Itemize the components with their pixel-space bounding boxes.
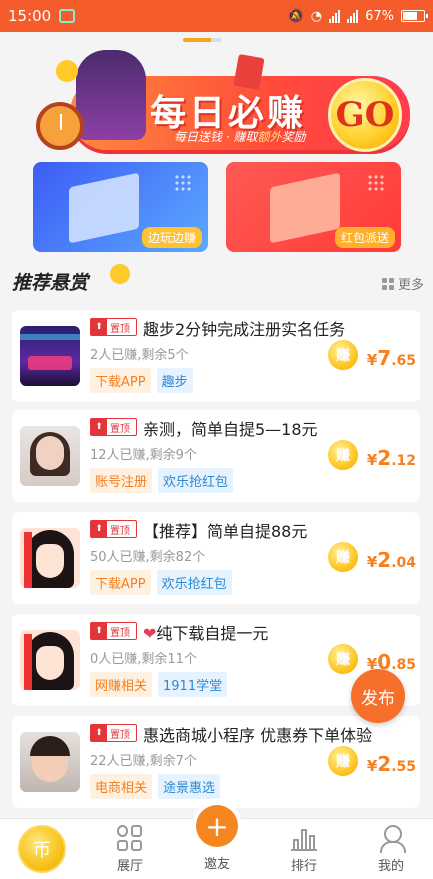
dots-decoration: [367, 174, 385, 192]
task-progress: 22人已赚,剩余7个: [90, 754, 197, 769]
pin-top-icon: ⬆: [91, 419, 107, 435]
task-tag: 电商相关: [90, 774, 153, 799]
task-progress: 0人已赚,剩余11个: [90, 652, 197, 667]
task-tags: 下载APP 欢乐抢红包: [90, 570, 232, 595]
pinned-badge: ⬆ 置顶: [90, 418, 137, 436]
task-reward: ¥2.04: [366, 548, 416, 572]
task-tag: 1911学堂: [158, 672, 228, 697]
heart-icon: ❤: [143, 624, 157, 643]
banner-figure-illustration: [76, 50, 146, 140]
more-label: 更多: [397, 278, 424, 293]
nav-me-label: 我的: [377, 859, 404, 874]
earn-coin-icon: 赚: [328, 746, 358, 776]
grid-icon: [381, 277, 394, 290]
task-title: 趣步2分钟完成注册实名任务: [143, 320, 346, 339]
task-card[interactable]: ⬆ 置顶 【推荐】简单自提88元 50人已赚,剩余82个 下载APP 欢乐抢红包 …: [12, 512, 420, 604]
task-title: 惠选商城小程序 优惠券下单体验: [143, 726, 373, 745]
wifi-icon: ◔: [310, 8, 323, 24]
coin-nav-button[interactable]: 币: [18, 825, 66, 873]
coin-icon: [56, 60, 78, 82]
section-title: 推荐悬赏: [12, 272, 89, 294]
pin-top-icon: ⬆: [91, 319, 107, 335]
screenshot-icon: [59, 9, 76, 23]
task-card[interactable]: ⬆ 置顶 趣步2分钟完成注册实名任务 2人已赚,剩余5个 下载APP 趣步 赚 ¥…: [12, 310, 420, 402]
publish-button[interactable]: 发布: [351, 669, 405, 723]
task-progress: 50人已赚,剩余82个: [90, 550, 206, 565]
nav-hall[interactable]: 展厅: [100, 825, 160, 874]
task-tag: 下载APP: [90, 368, 151, 393]
task-progress: 2人已赚,剩余5个: [90, 348, 189, 363]
pin-top-icon: ⬆: [91, 521, 107, 537]
play-and-earn-card[interactable]: 边玩边赚: [33, 162, 208, 252]
invite-plus-button[interactable]: +: [196, 805, 238, 847]
task-tag: 账号注册: [90, 468, 153, 493]
signal-icon-2: [347, 9, 359, 23]
task-title: 亲测，简单自提5—18元: [143, 420, 318, 439]
nav-invite-label[interactable]: 邀友: [187, 853, 247, 872]
nav-me[interactable]: 我的: [361, 825, 421, 874]
task-reward: ¥2.12: [366, 446, 416, 470]
rank-icon: [291, 825, 317, 851]
red-packet-card[interactable]: 红包派送: [226, 162, 401, 252]
bottom-nav: 币 展厅 + 邀友 排行 我的: [0, 805, 433, 879]
task-thumbnail: [20, 326, 80, 386]
signal-icon: [329, 9, 341, 23]
gift-box-illustration: [270, 172, 340, 244]
task-tag: 欢乐抢红包: [158, 468, 234, 493]
pinned-badge: ⬆ 置顶: [90, 622, 137, 640]
pinned-badge: ⬆ 置顶: [90, 724, 137, 742]
pin-top-icon: ⬆: [91, 725, 107, 741]
red-packet-label: 红包派送: [334, 227, 395, 248]
task-tag: 欢乐抢红包: [156, 570, 232, 595]
more-link[interactable]: 更多: [381, 274, 424, 293]
task-card[interactable]: ⬆ 置顶 亲测，简单自提5—18元 12人已赚,剩余9个 账号注册 欢乐抢红包 赚…: [12, 410, 420, 502]
nav-rank-label: 排行: [290, 859, 317, 874]
task-thumbnail: [20, 528, 80, 588]
task-tag: 网赚相关: [90, 672, 153, 697]
pin-top-icon: ⬆: [91, 623, 107, 639]
task-title: ❤纯下载自提一元: [143, 620, 268, 644]
task-reward: ¥7.65: [366, 346, 416, 370]
task-tags: 账号注册 欢乐抢红包: [90, 468, 234, 493]
user-icon: [378, 825, 406, 853]
earn-coin-icon: 赚: [328, 440, 358, 470]
building-illustration: [69, 172, 139, 244]
nav-hall-label: 展厅: [116, 859, 143, 874]
go-button[interactable]: GO: [328, 78, 402, 152]
task-reward: ¥2.55: [366, 752, 416, 776]
mute-icon: 🔕: [287, 8, 304, 24]
status-time: 15:00: [8, 7, 52, 25]
task-thumbnail: [20, 630, 80, 690]
hall-icon: [117, 825, 143, 851]
earn-coin-icon: 赚: [328, 340, 358, 370]
task-tags: 网赚相关 1911学堂: [90, 672, 228, 697]
earn-coin-icon: 赚: [328, 644, 358, 674]
task-tags: 下载APP 趣步: [90, 368, 193, 393]
task-card[interactable]: ⬆ 置顶 惠选商城小程序 优惠券下单体验 22人已赚,剩余7个 电商相关 途景惠选…: [12, 716, 420, 808]
task-tag: 途景惠选: [158, 774, 221, 799]
dots-decoration: [174, 174, 192, 192]
battery-icon: [401, 10, 428, 22]
banner-subtitle: 每日送钱 · 赚取额外奖励: [174, 130, 306, 144]
play-and-earn-label: 边玩边赚: [141, 227, 202, 248]
banner-page-indicator: [183, 38, 221, 42]
daily-earn-banner[interactable]: 每日必赚 每日送钱 · 赚取额外奖励 GO: [10, 50, 422, 158]
task-tag: 下载APP: [90, 570, 151, 595]
task-thumbnail: [20, 426, 80, 486]
task-tag: 趣步: [156, 368, 193, 393]
task-title-text: 纯下载自提一元: [156, 624, 269, 643]
recommended-bounty-header: 推荐悬赏 更多: [12, 264, 424, 298]
task-tags: 电商相关 途景惠选: [90, 774, 221, 799]
coin-icon: [110, 264, 130, 284]
earn-coin-icon: 赚: [328, 542, 358, 572]
nav-rank[interactable]: 排行: [274, 825, 334, 874]
task-progress: 12人已赚,剩余9个: [90, 448, 197, 463]
pinned-badge: ⬆ 置顶: [90, 318, 137, 336]
status-bar: 15:00 🔕 ◔ 67%: [0, 0, 433, 32]
task-title: 【推荐】简单自提88元: [143, 522, 308, 541]
pinned-badge: ⬆ 置顶: [90, 520, 137, 538]
battery-percent: 67%: [365, 8, 394, 24]
clock-icon: [36, 102, 84, 150]
task-thumbnail: [20, 732, 80, 792]
